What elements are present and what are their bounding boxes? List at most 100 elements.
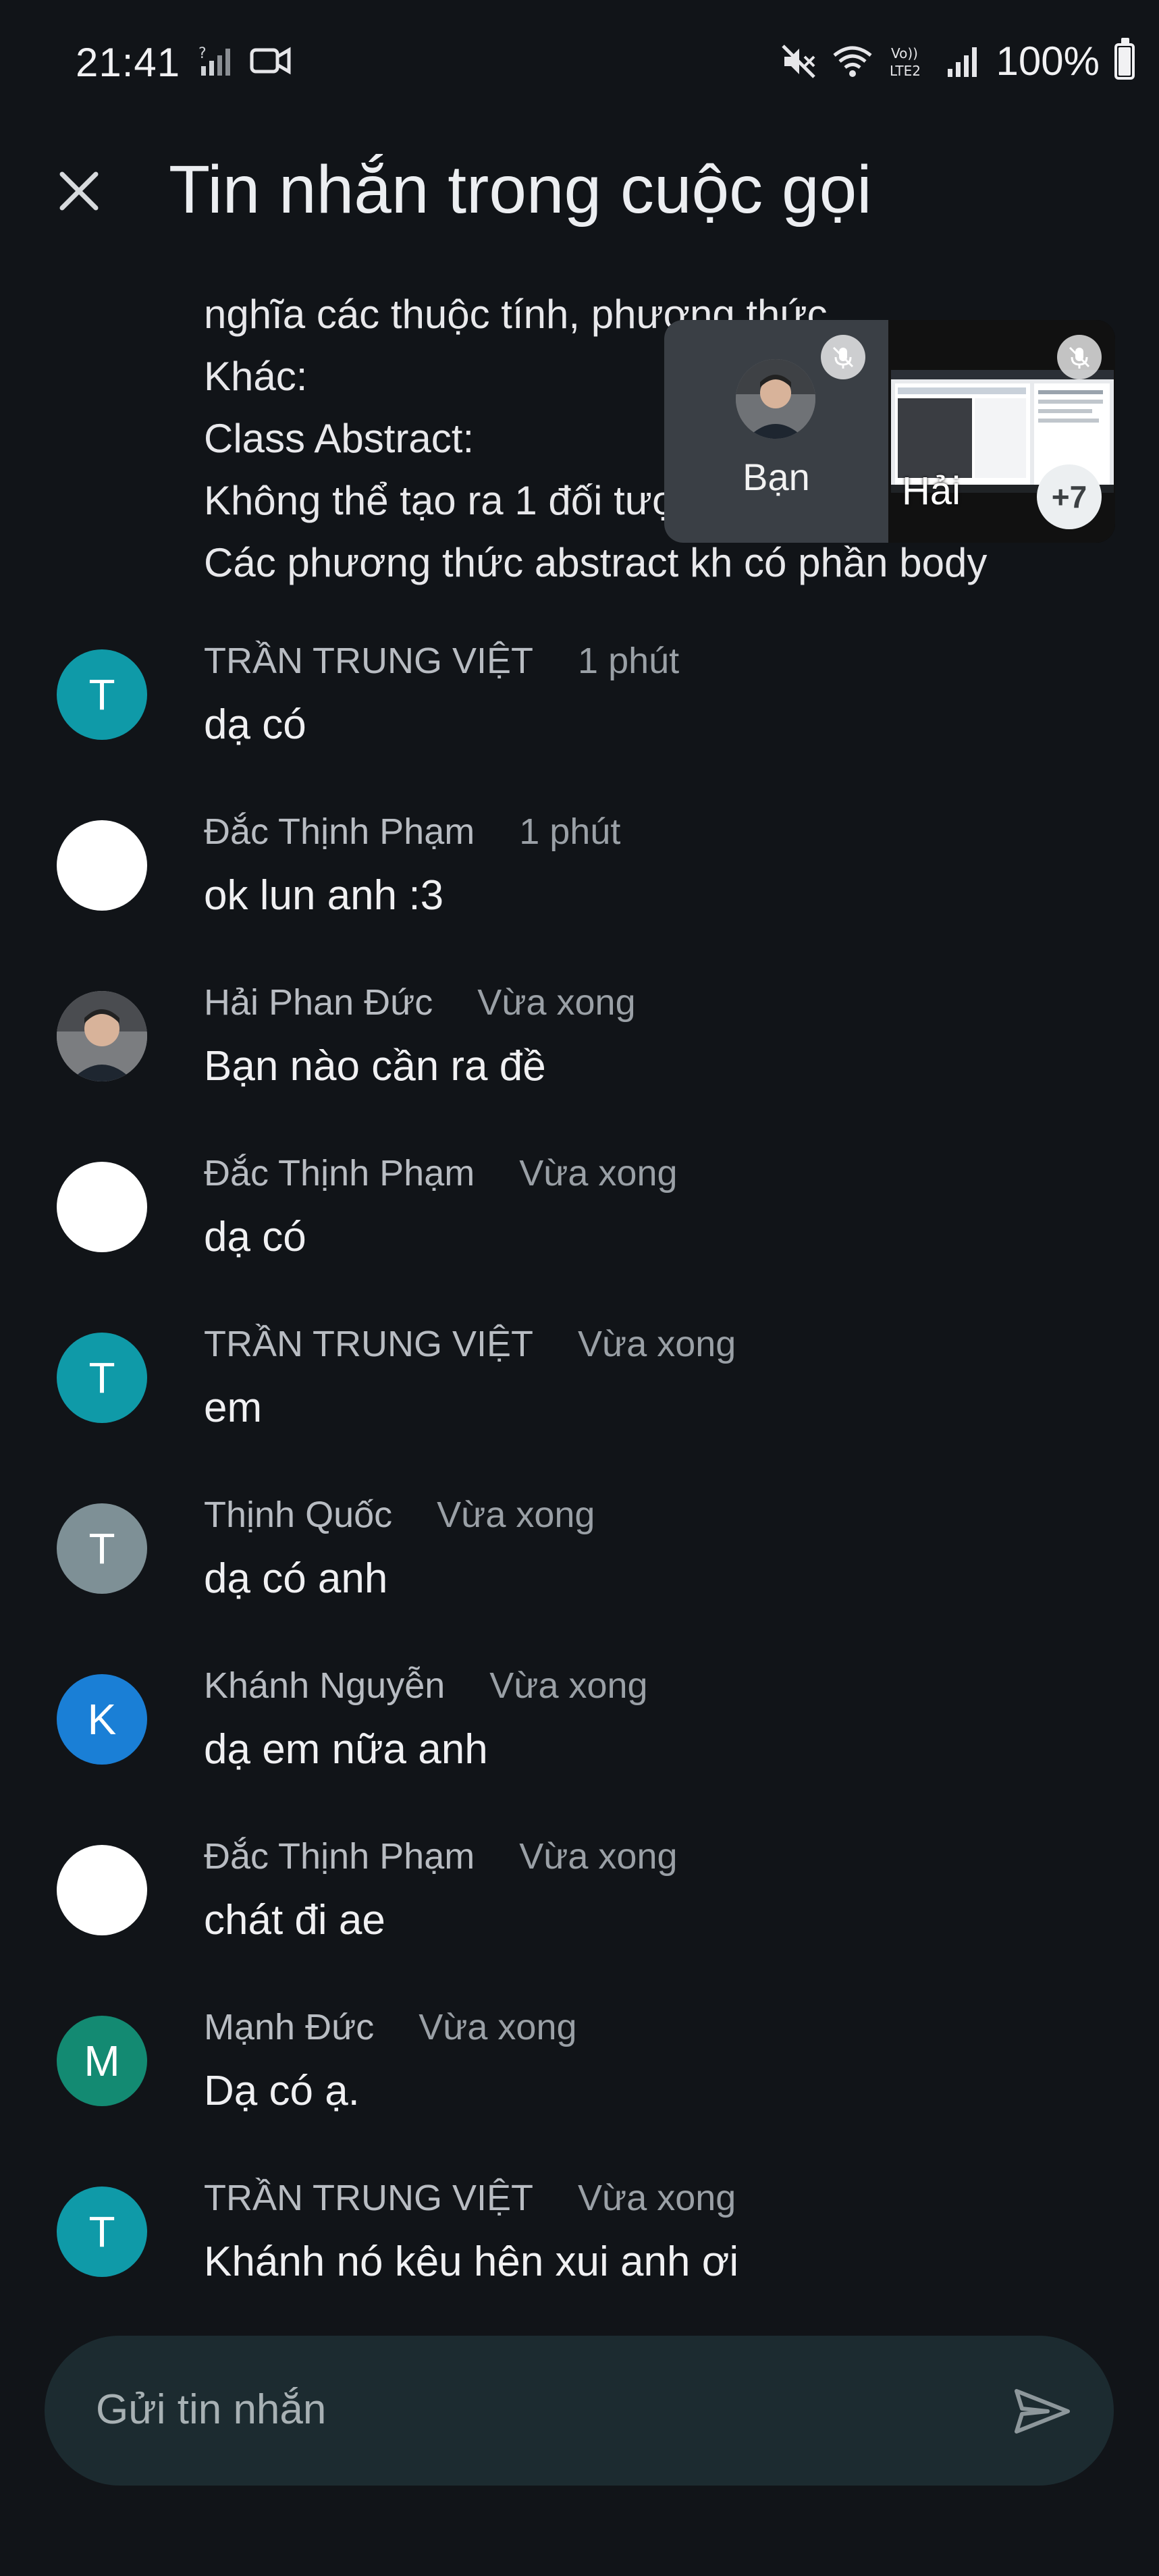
svg-text:Vo)): Vo)) (891, 45, 918, 61)
send-button[interactable] (1008, 2378, 1076, 2445)
participant-name: Hải (902, 469, 961, 513)
message-text: dạ có (204, 701, 306, 748)
mute-icon (781, 44, 815, 78)
message-header: Thịnh Quốc Vừa xong (204, 1494, 595, 1536)
avatar (57, 1845, 147, 1935)
video-camera-icon (250, 47, 291, 75)
avatar-initial: K (87, 1695, 117, 1744)
self-label: Bạn (743, 456, 810, 498)
mic-off-icon (1057, 335, 1102, 379)
avatar: M (57, 2016, 147, 2106)
message-input[interactable]: Gửi tin nhắn (96, 2386, 326, 2434)
sender-name: Khánh Nguyễn (204, 1665, 446, 1706)
close-icon (59, 171, 99, 211)
status-bar: 21:41 ? Vo)) LTE2 100% (0, 0, 1159, 128)
close-button[interactable] (49, 161, 109, 221)
message-text: ok lun anh :3 (204, 872, 444, 919)
message-time: Vừa xong (578, 1324, 736, 1364)
message-text: chát đi ae (204, 1897, 385, 1943)
avatar-initial: T (88, 1353, 115, 1402)
message-text: Dạ có ạ. (204, 2068, 360, 2114)
status-icons-right: Vo)) LTE2 100% (780, 37, 1135, 84)
page-title: Tin nhắn trong cuộc gọi (169, 152, 872, 227)
avatar: K (57, 1674, 147, 1765)
message-item: Hải Phan Đức Vừa xong Bạn nào cần ra đề (0, 949, 1159, 1118)
avatar: T (57, 2186, 147, 2277)
message-text: dạ có (204, 1214, 306, 1260)
message-text: em (204, 1385, 263, 1431)
volte-icon: Vo)) LTE2 (890, 45, 921, 79)
battery-icon (1114, 37, 1135, 80)
sender-name: Hải Phan Đức (204, 982, 433, 1023)
message-header: TRẦN TRUNG VIỆT Vừa xong (204, 1323, 736, 1365)
message-header: TRẦN TRUNG VIỆT Vừa xong (204, 2177, 736, 2219)
sender-name: Mạnh Đức (204, 2007, 375, 2047)
signal-off-icon: ? (198, 45, 230, 76)
message-time: Vừa xong (437, 1495, 595, 1535)
message-header: Hải Phan Đức Vừa xong (204, 982, 636, 1023)
send-icon (1015, 2389, 1070, 2434)
sender-name: Đắc Thịnh Phạm (204, 1836, 475, 1877)
sender-name: TRẦN TRUNG VIỆT (204, 641, 534, 681)
avatar-initial: T (88, 670, 115, 719)
self-video-tile[interactable]: Bạn (664, 320, 888, 543)
message-text: dạ có anh (204, 1555, 388, 1602)
more-participants-badge[interactable]: +7 (1037, 464, 1102, 529)
svg-text:?: ? (198, 45, 207, 62)
message-item: Đắc Thịnh Phạm 1 phút ok lun anh :3 (0, 778, 1159, 947)
message-text: dạ em nữa anh (204, 1726, 488, 1773)
sender-name: Đắc Thịnh Phạm (204, 1153, 475, 1193)
message-header: Đắc Thịnh Phạm Vừa xong (204, 1152, 678, 1194)
message-item: T TRẦN TRUNG VIỆT 1 phút dạ có (0, 608, 1159, 776)
call-pip-overlay[interactable]: Bạn Hải +7 (664, 320, 1115, 543)
message-time: Vừa xong (477, 982, 636, 1023)
avatar (57, 1162, 147, 1252)
message-header: Đắc Thịnh Phạm 1 phút (204, 811, 620, 853)
sender-name: TRẦN TRUNG VIỆT (204, 2178, 534, 2218)
self-avatar (736, 359, 815, 439)
message-item: T Thịnh Quốc Vừa xong dạ có anh (0, 1461, 1159, 1630)
message-header: Mạnh Đức Vừa xong (204, 2006, 577, 2048)
participant-video-tile[interactable]: Hải +7 (888, 320, 1115, 543)
sender-name: Thịnh Quốc (204, 1495, 393, 1535)
message-list[interactable]: nghĩa các thuộc tính, phương thức Khác: … (0, 284, 1159, 2295)
message-time: Vừa xong (519, 1153, 678, 1193)
message-item: Đắc Thịnh Phạm Vừa xong chát đi ae (0, 1803, 1159, 1972)
avatar-initial: T (88, 2207, 115, 2256)
message-header: Đắc Thịnh Phạm Vừa xong (204, 1835, 678, 1877)
message-time: Vừa xong (578, 2178, 736, 2218)
avatar-initial: M (84, 2037, 120, 2085)
header: Tin nhắn trong cuộc gọi (0, 128, 1159, 250)
message-text: Bạn nào cần ra đề (204, 1043, 546, 1090)
message-time: 1 phút (519, 811, 621, 852)
message-item: K Khánh Nguyễn Vừa xong dạ em nữa anh (0, 1632, 1159, 1801)
message-time: Vừa xong (489, 1665, 648, 1706)
message-time: 1 phút (578, 641, 680, 681)
message-item: T TRẦN TRUNG VIỆT Vừa xong em (0, 1291, 1159, 1459)
message-item: M Mạnh Đức Vừa xong Dạ có ạ. (0, 1974, 1159, 2143)
avatar-initial: T (88, 1524, 115, 1573)
cell-signal-icon (947, 47, 977, 77)
avatar (57, 991, 147, 1081)
profile-photo (57, 991, 147, 1081)
message-header: TRẦN TRUNG VIỆT 1 phút (204, 640, 679, 682)
status-time: 21:41 (76, 40, 181, 85)
message-time: Vừa xong (519, 1836, 678, 1877)
message-item: Đắc Thịnh Phạm Vừa xong dạ có (0, 1120, 1159, 1289)
message-time: Vừa xong (419, 2007, 577, 2047)
battery-percentage: 100% (996, 38, 1100, 84)
avatar (57, 820, 147, 911)
message-composer[interactable]: Gửi tin nhắn (45, 2336, 1114, 2486)
message-item: T TRẦN TRUNG VIỆT Vừa xong Khánh nó kêu h… (0, 2145, 1159, 2295)
mic-off-icon (821, 335, 865, 379)
svg-text:LTE2: LTE2 (890, 63, 921, 79)
message-header: Khánh Nguyễn Vừa xong (204, 1665, 648, 1707)
sender-name: TRẦN TRUNG VIỆT (204, 1324, 534, 1364)
avatar: T (57, 1503, 147, 1594)
avatar: T (57, 1333, 147, 1423)
message-text: Khánh nó kêu hên xui anh ơi (204, 2238, 739, 2285)
avatar: T (57, 649, 147, 740)
wifi-icon (832, 46, 872, 77)
profile-photo (736, 359, 815, 439)
status-icons-left: ? (197, 43, 292, 78)
